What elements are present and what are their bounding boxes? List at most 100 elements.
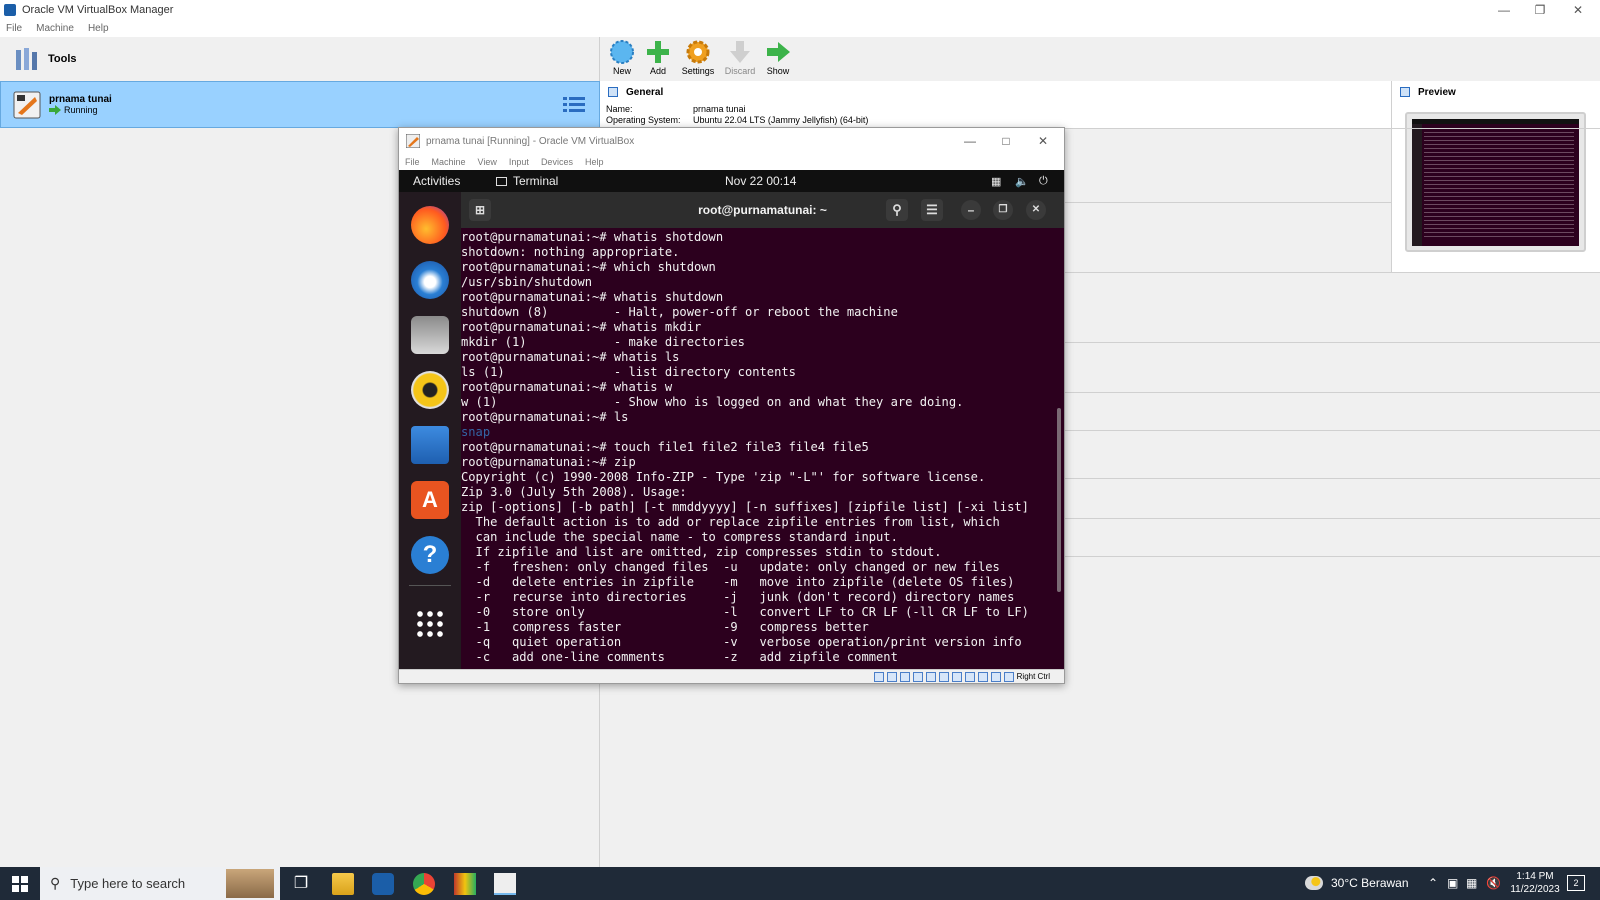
help-icon[interactable]: ? [411, 536, 449, 574]
hamburger-menu-icon[interactable]: ☰ [921, 199, 943, 221]
app-center-icon[interactable]: A [411, 481, 449, 519]
tray-chevron-icon[interactable]: ⌃ [1428, 876, 1438, 890]
general-icon [608, 87, 618, 97]
vm-close-button[interactable]: ✕ [1024, 128, 1062, 154]
terminal-scrollbar[interactable] [1057, 408, 1061, 592]
weather-cloud-icon[interactable] [1305, 876, 1323, 890]
vm-menu-input[interactable]: Input [509, 157, 529, 167]
terminal-line: w (1) - Show who is logged on and what t… [461, 395, 964, 409]
tray-network-icon[interactable]: ▦ [1466, 876, 1477, 890]
cpu-icon[interactable] [977, 671, 988, 682]
activities-button[interactable]: Activities [413, 174, 460, 188]
rhythmbox-icon[interactable] [411, 371, 449, 409]
list-view-icon[interactable] [563, 96, 585, 114]
os-value: Ubuntu 22.04 LTS (Jammy Jellyfish) (64-b… [693, 115, 869, 125]
preview-thumbnail [1405, 112, 1586, 252]
preview-header[interactable]: Preview [1392, 83, 1600, 101]
network-adapter-icon[interactable] [912, 671, 923, 682]
menu-file[interactable]: File [6, 23, 22, 34]
keyboard-icon[interactable] [1003, 671, 1014, 682]
virtualbox-taskbar-icon[interactable] [372, 873, 394, 895]
terminal-app-menu[interactable]: Terminal [496, 174, 558, 188]
terminal-minimize-button[interactable]: – [961, 200, 981, 220]
terminal-line: /usr/sbin/shutdown [461, 275, 593, 289]
terminal-line: ls (1) - list directory contents [461, 365, 796, 379]
terminal-line: -q quiet operation -v verbose operation/… [461, 635, 1022, 649]
menu-machine[interactable]: Machine [36, 23, 74, 34]
terminal-output[interactable]: root@purnamatunai:~# whatis shotdown sho… [461, 228, 1064, 669]
hard-disk-icon[interactable] [873, 671, 884, 682]
vm-menu-machine[interactable]: Machine [432, 157, 466, 167]
general-header[interactable]: General [600, 83, 1391, 101]
show-arrow-icon [767, 42, 790, 62]
terminal-close-button[interactable]: ✕ [1026, 200, 1046, 220]
vm-menu-view[interactable]: View [478, 157, 497, 167]
vm-window[interactable]: prnama tunai [Running] - Oracle VM Virtu… [398, 127, 1065, 684]
terminal-window[interactable]: ⊞ root@purnamatunai: ~ ⚲ ☰ – ❐ ✕ root@pu… [461, 192, 1064, 669]
mouse-integration-icon[interactable] [990, 671, 1001, 682]
notification-center-icon[interactable]: 2 [1567, 875, 1585, 891]
running-arrow-icon [49, 105, 61, 115]
new-button[interactable]: New [604, 37, 640, 81]
terminal-line: -c add one-line comments -z add zipfile … [461, 650, 898, 664]
add-button[interactable]: Add [640, 37, 676, 81]
vm-menu-bar: File Machine View Input Devices Help [399, 154, 1064, 170]
recording-icon[interactable] [964, 671, 975, 682]
shared-folder-icon[interactable] [938, 671, 949, 682]
windows-start-icon[interactable] [12, 876, 28, 892]
discard-arrow-icon [730, 41, 750, 63]
tray-volume-muted-icon[interactable]: 🔇 [1486, 876, 1501, 890]
vm-taskbar-icon[interactable] [494, 873, 516, 895]
show-button[interactable]: Show [760, 37, 796, 81]
taskbar-search-box[interactable]: ⚲ Type here to search [40, 867, 280, 900]
usb-icon[interactable] [925, 671, 936, 682]
vm-minimize-button[interactable]: — [951, 128, 989, 154]
menu-help[interactable]: Help [88, 23, 109, 34]
optical-drive-icon[interactable] [886, 671, 897, 682]
files-icon[interactable] [411, 316, 449, 354]
firefox-icon[interactable] [411, 206, 449, 244]
winrar-icon[interactable] [454, 873, 476, 895]
terminal-maximize-button[interactable]: ❐ [993, 200, 1013, 220]
new-tab-icon[interactable]: ⊞ [469, 199, 491, 221]
terminal-line: root@purnamatunai:~# whatis w [461, 380, 673, 394]
display-icon[interactable] [951, 671, 962, 682]
terminal-header: ⊞ root@purnamatunai: ~ ⚲ ☰ – ❐ ✕ [461, 192, 1064, 228]
vm-menu-file[interactable]: File [405, 157, 420, 167]
chrome-icon[interactable] [413, 873, 435, 895]
weather-text[interactable]: 30°C Berawan [1331, 876, 1409, 890]
audio-icon[interactable] [899, 671, 910, 682]
vm-window-title-bar[interactable]: prnama tunai [Running] - Oracle VM Virtu… [399, 128, 1064, 154]
meet-now-icon[interactable]: ▣ [1447, 876, 1458, 890]
thunderbird-icon[interactable] [411, 261, 449, 299]
notification-count: 2 [1573, 878, 1579, 888]
vm-menu-devices[interactable]: Devices [541, 157, 573, 167]
terminal-line: Copyright (c) 1990-2008 Info-ZIP - Type … [461, 470, 986, 484]
power-icon[interactable]: ⏻ [1039, 175, 1048, 188]
vm-maximize-button[interactable]: □ [987, 128, 1025, 154]
volume-icon[interactable]: 🔈 [1015, 175, 1029, 188]
discard-button[interactable]: Discard [720, 37, 760, 81]
network-icon[interactable]: ▦ [991, 175, 1001, 188]
show-apps-grid-icon[interactable] [415, 609, 445, 639]
terminal-line: can include the special name - to compre… [461, 530, 898, 544]
file-explorer-icon[interactable] [332, 873, 354, 895]
close-button[interactable]: ✕ [1560, 0, 1596, 19]
minimize-button[interactable]: — [1486, 0, 1522, 19]
vm-menu-help[interactable]: Help [585, 157, 604, 167]
task-view-icon[interactable]: ❐ [290, 873, 312, 895]
terminal-line: If zipfile and list are omitted, zip com… [461, 545, 942, 559]
guest-display[interactable]: Activities Terminal Nov 22 00:14 ▦ 🔈 ⏻ A… [399, 170, 1064, 669]
taskbar-clock[interactable]: 1:14 PM 11/22/2023 [1510, 870, 1560, 896]
tools-item[interactable]: Tools [0, 37, 600, 81]
search-icon[interactable]: ⚲ [886, 199, 908, 221]
writer-icon[interactable] [411, 426, 449, 464]
vm-list-item[interactable]: prnama tunai Running [0, 81, 600, 128]
clock[interactable]: Nov 22 00:14 [725, 174, 796, 188]
terminal-line: shutdown (8) - Halt, power-off or reboot… [461, 305, 898, 319]
settings-button[interactable]: Settings [676, 37, 720, 81]
main-toolbar: New Add Settings Discard Show [600, 37, 1600, 81]
restore-button[interactable]: ❐ [1522, 0, 1558, 19]
gear-icon [686, 40, 710, 64]
terminal-line: shotdown: nothing appropriate. [461, 245, 680, 259]
